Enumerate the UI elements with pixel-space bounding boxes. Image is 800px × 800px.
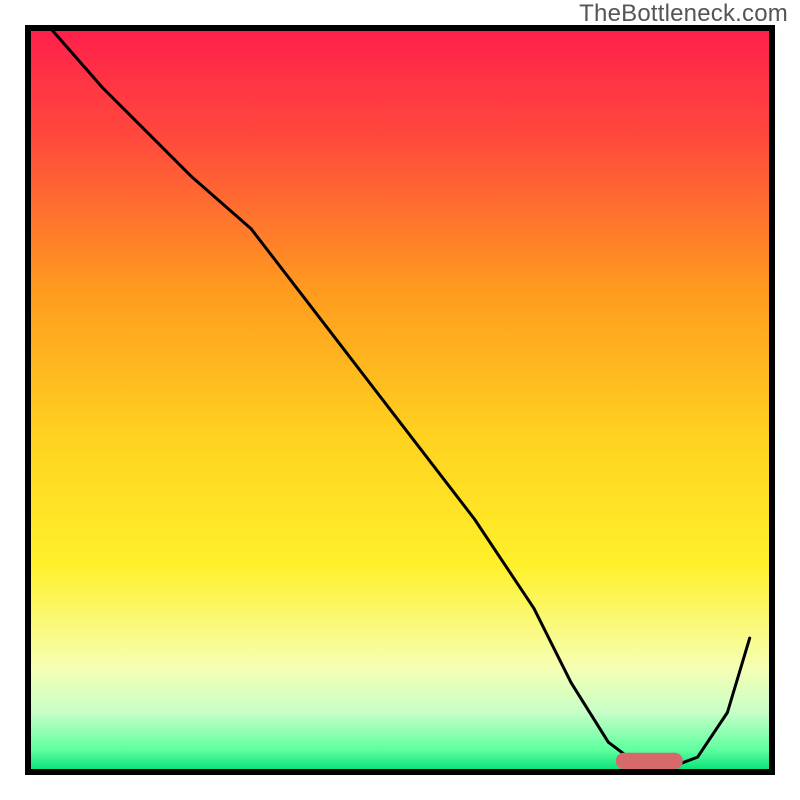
plot-area — [28, 28, 772, 772]
gradient-background — [28, 28, 772, 772]
bottleneck-chart — [0, 0, 800, 800]
watermark-text: TheBottleneck.com — [579, 0, 788, 28]
marker-optimal-range — [616, 753, 683, 769]
chart-container: TheBottleneck.com — [0, 0, 800, 800]
